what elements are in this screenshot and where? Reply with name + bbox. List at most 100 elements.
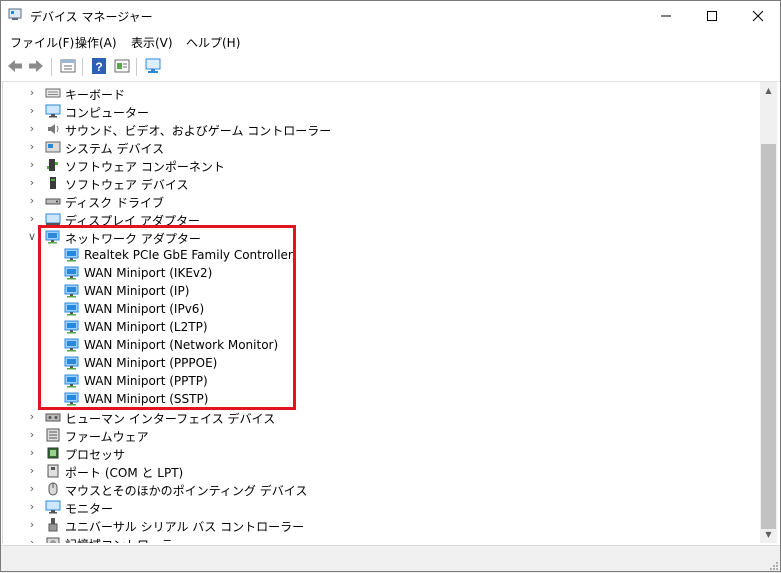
resize-grip-icon[interactable] [769,561,779,571]
software-device-icon [50,177,56,189]
computer-icon [45,104,61,118]
tree-category-label: モニター [65,502,114,516]
tree-category-label: ディスプレイ アダプター [65,214,200,228]
tree-category-label: プロセッサ [65,448,126,462]
keyboard-icon [45,88,61,98]
tree-category-label: ネットワーク アダプター [65,232,201,246]
monitor-scan-icon[interactable] [144,57,162,75]
close-button[interactable] [735,0,781,31]
chevron-right-icon[interactable]: › [25,157,39,173]
chevron-right-icon[interactable]: › [25,193,39,209]
tree-category[interactable]: › マウスとそのほかのポインティング デバイス [3,480,743,498]
menu-bar: ファイル(F) 操作(A) 表示(V) ヘルプ(H) [0,31,781,53]
network-adapter-icon [64,356,79,370]
scroll-thumb[interactable] [761,144,776,529]
chevron-right-icon[interactable]: › [25,103,39,119]
chevron-right-icon[interactable]: › [25,175,39,191]
tree-category-label: ソフトウェア デバイス [65,178,189,192]
chevron-right-icon[interactable]: › [25,481,39,497]
properties-icon[interactable] [59,57,77,75]
tree-category[interactable]: › ユニバーサル シリアル バス コントローラー [3,516,743,534]
network-adapter-item[interactable]: WAN Miniport (IP) [3,282,743,300]
menu-help[interactable]: ヘルプ(H) [186,34,240,51]
network-adapter-label: WAN Miniport (IKEv2) [84,266,213,280]
tree-category-label: 記憶域コントローラー [65,536,185,543]
monitor-icon [45,500,61,514]
tree-category[interactable]: › ソフトウェア デバイス [3,174,743,192]
network-adapter-item[interactable]: WAN Miniport (L2TP) [3,318,743,336]
tree-category-label: ディスク ドライブ [65,196,164,210]
tree-category[interactable]: › モニター [3,498,743,516]
tree-category[interactable]: › キーボード [3,84,743,102]
storage-controller-icon [46,537,60,543]
tree-category-label: サウンド、ビデオ、およびゲーム コントローラー [65,124,332,138]
network-adapter-icon [45,230,60,244]
tree-category[interactable]: › ソフトウェア コンポーネント [3,156,743,174]
tree-category-label: ソフトウェア コンポーネント [65,160,225,174]
tree-category[interactable]: › プロセッサ [3,444,743,462]
network-adapter-label: WAN Miniport (IP) [84,284,190,298]
tree-category-label: コンピューター [65,106,150,120]
help-icon[interactable]: ? [90,57,108,75]
back-arrow-icon[interactable] [6,57,24,75]
tree-category[interactable]: › ファームウェア [3,426,743,444]
chevron-right-icon[interactable]: › [25,85,39,101]
network-adapter-icon [64,302,79,316]
chevron-right-icon[interactable]: › [25,427,39,443]
chevron-down-icon[interactable]: ∨ [25,229,39,245]
mouse-icon [48,482,58,496]
network-adapter-icon [64,338,79,352]
scroll-down-icon[interactable]: ▼ [760,526,777,543]
vertical-scrollbar[interactable]: ▲ ▼ [760,82,777,543]
menu-view[interactable]: 表示(V) [131,34,173,51]
chevron-right-icon[interactable]: › [25,139,39,155]
network-adapter-label: WAN Miniport (PPTP) [84,374,208,388]
chevron-right-icon[interactable]: › [25,211,39,227]
tree-category[interactable]: › 記憶域コントローラー [3,534,743,543]
network-adapter-item[interactable]: WAN Miniport (IPv6) [3,300,743,318]
device-tree[interactable]: › キーボード › コンピューター › サウンド、ビデオ、およびゲーム コントローラー › シ… [2,82,761,543]
action-view-icon[interactable] [113,57,131,75]
network-adapter-icon [64,374,79,388]
forward-arrow-icon[interactable] [27,57,45,75]
tree-category[interactable]: › ディスク ドライブ [3,192,743,210]
tree-category[interactable]: ∨ ネットワーク アダプター [3,228,743,246]
tree-category-label: マウスとそのほかのポインティング デバイス [65,484,308,498]
chevron-right-icon[interactable]: › [25,409,39,425]
menu-file[interactable]: ファイル(F) [10,34,74,51]
chevron-right-icon[interactable]: › [25,499,39,515]
chevron-right-icon[interactable]: › [25,517,39,533]
scroll-up-icon[interactable]: ▲ [760,82,777,99]
chevron-right-icon[interactable]: › [25,445,39,461]
tree-category-label: ユニバーサル シリアル バス コントローラー [65,520,305,534]
tree-category[interactable]: › ポート (COM と LPT) [3,462,743,480]
chevron-right-icon[interactable]: › [25,463,39,479]
network-adapter-item[interactable]: WAN Miniport (PPPOE) [3,354,743,372]
tree-category[interactable]: › ヒューマン インターフェイス デバイス [3,408,743,426]
network-adapter-item[interactable]: WAN Miniport (IKEv2) [3,264,743,282]
chevron-right-icon[interactable]: › [25,121,39,137]
tree-category[interactable]: › システム デバイス [3,138,743,156]
network-adapter-item[interactable]: Realtek PCIe GbE Family Controller [3,246,743,264]
hid-icon [45,413,61,422]
network-adapter-item[interactable]: WAN Miniport (PPTP) [3,372,743,390]
tree-category[interactable]: › サウンド、ビデオ、およびゲーム コントローラー [3,120,743,138]
device-manager-icon [8,8,22,20]
network-adapter-label: Realtek PCIe GbE Family Controller [84,248,293,262]
speaker-icon [48,124,59,134]
tree-category-label: キーボード [65,88,126,102]
chevron-right-icon[interactable]: › [25,535,39,543]
tree-category-label: システム デバイス [65,142,165,156]
maximize-button[interactable] [689,0,735,31]
toolbar: ? [0,53,781,82]
tree-category[interactable]: › ディスプレイ アダプター [3,210,743,228]
disk-drive-icon [45,198,61,205]
network-adapter-item[interactable]: WAN Miniport (Network Monitor) [3,336,743,354]
network-adapter-item[interactable]: WAN Miniport (SSTP) [3,390,743,408]
network-adapter-label: WAN Miniport (PPPOE) [84,356,218,370]
minimize-button[interactable] [643,0,689,31]
network-adapter-label: WAN Miniport (IPv6) [84,302,205,316]
menu-action[interactable]: 操作(A) [75,34,117,51]
tree-category[interactable]: › コンピューター [3,102,743,120]
network-adapter-icon [64,392,79,406]
